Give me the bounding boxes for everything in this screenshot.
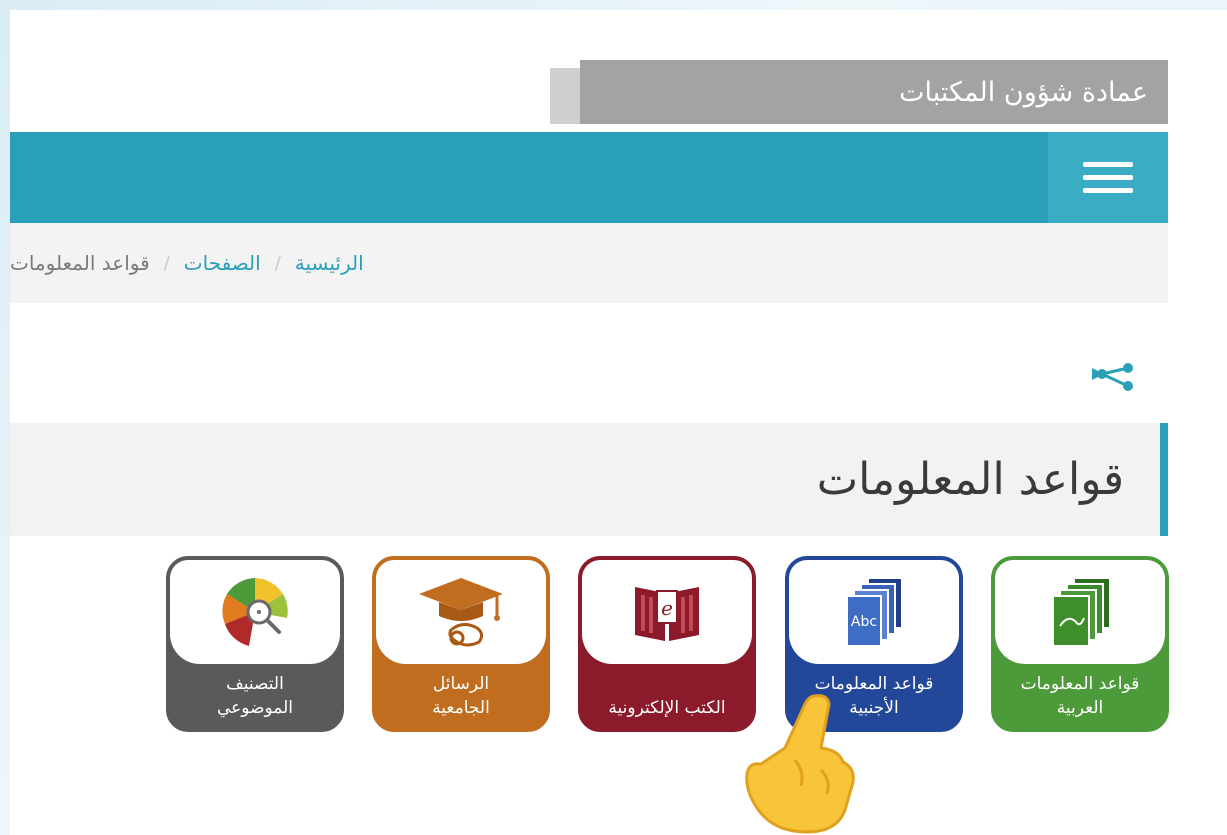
breadcrumb-link-pages[interactable]: الصفحات	[184, 251, 261, 275]
classification-chart-icon	[222, 578, 288, 646]
hamburger-menu-button[interactable]	[1048, 132, 1168, 223]
tile-label: قواعد المعلومات العربية	[1020, 674, 1140, 718]
arabic-documents-icon	[1052, 577, 1111, 647]
breadcrumb-current: قواعد المعلومات	[10, 251, 150, 275]
browser-viewport: عمادة شؤون المكتبات الرئيسية / الصفحات /…	[0, 0, 1227, 835]
tile-university-theses[interactable]: الرسائل الجامعية	[372, 556, 550, 732]
tile-arabic-databases[interactable]: قواعد المعلومات العربية	[991, 556, 1169, 732]
page-title: قواعد المعلومات	[816, 454, 1124, 505]
pointing-hand-icon	[745, 694, 855, 834]
breadcrumb-separator: /	[274, 252, 281, 274]
svg-text:e: e	[661, 596, 673, 620]
svg-text:Abc: Abc	[851, 614, 877, 630]
share-icon[interactable]	[1092, 362, 1136, 392]
graduation-cap-icon	[419, 578, 503, 647]
breadcrumb-link-home[interactable]: الرئيسية	[295, 251, 364, 275]
site-title-bar: عمادة شؤون المكتبات	[580, 60, 1168, 124]
hamburger-menu-icon	[1083, 162, 1133, 167]
breadcrumb-separator: /	[163, 252, 170, 274]
site-title: عمادة شؤون المكتبات	[899, 76, 1148, 108]
tile-ebooks[interactable]: e الكتب الإلكترونية	[578, 556, 756, 732]
breadcrumb: الرئيسية / الصفحات / قواعد المعلومات	[10, 223, 1168, 303]
tile-subject-classification[interactable]: التصنيف الموضوعي	[166, 556, 344, 732]
nav-bar	[10, 132, 1168, 223]
page-heading-box: قواعد المعلومات	[10, 423, 1168, 536]
ebook-icon: e	[635, 587, 699, 641]
tile-label: الكتب الإلكترونية	[608, 698, 726, 718]
abc-documents-icon: Abc	[846, 577, 903, 647]
tile-label: الرسائل الجامعية	[432, 674, 490, 718]
tile-label: التصنيف الموضوعي	[216, 674, 294, 718]
